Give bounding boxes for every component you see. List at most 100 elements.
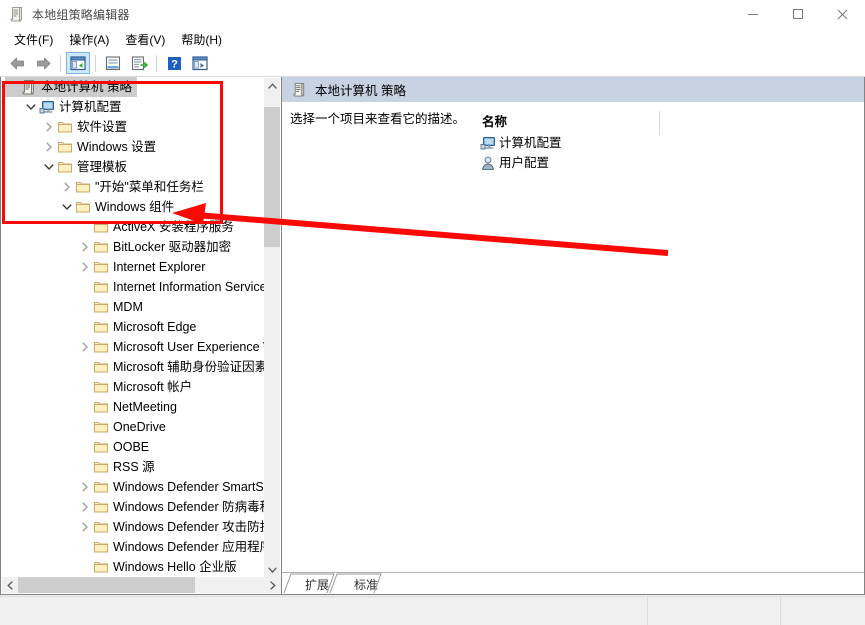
show-hide-tree-button[interactable] xyxy=(66,52,90,74)
tree-item-content[interactable]: Internet Explorer xyxy=(77,257,210,277)
tree-item-content[interactable]: OneDrive xyxy=(77,417,171,437)
tree-item[interactable]: Windows 设置 xyxy=(1,137,266,157)
back-button[interactable] xyxy=(5,52,29,74)
tree-item-content[interactable]: "开始"菜单和任务栏 xyxy=(59,177,209,197)
tree-hscroll-thumb[interactable] xyxy=(18,577,195,593)
tree-item-content[interactable]: MDM xyxy=(77,297,148,317)
close-button[interactable] xyxy=(820,0,865,28)
tree-item-label: Windows Defender 攻击防护 xyxy=(113,520,266,534)
chevron-down-icon[interactable] xyxy=(59,199,75,215)
column-divider[interactable] xyxy=(659,111,660,135)
tab-shapes xyxy=(283,573,382,594)
show-console-tree-button[interactable] xyxy=(188,52,212,74)
tree-item-content[interactable]: Windows Defender 防病毒程 xyxy=(77,497,266,517)
tree-vertical-scrollbar[interactable] xyxy=(264,78,280,578)
forward-button[interactable] xyxy=(31,52,55,74)
tree-item[interactable]: NetMeeting xyxy=(1,397,266,417)
menu-file[interactable]: 文件(F) xyxy=(6,29,61,50)
tree-item-content[interactable]: Windows 组件 xyxy=(59,197,179,217)
tree-hscroll-track[interactable] xyxy=(18,577,265,593)
tree-item[interactable]: Microsoft User Experience V xyxy=(1,337,266,357)
tree-item-content[interactable]: 计算机配置 xyxy=(23,97,127,117)
menu-action[interactable]: 操作(A) xyxy=(61,29,117,50)
scroll-down-arrow[interactable] xyxy=(264,562,280,578)
tree-item[interactable]: Windows Hello 企业版 xyxy=(1,557,266,577)
tree-item[interactable]: OOBE xyxy=(1,437,266,457)
chevron-right-icon[interactable] xyxy=(77,339,93,355)
chevron-right-icon[interactable] xyxy=(41,119,57,135)
chevron-right-icon[interactable] xyxy=(41,139,57,155)
tree-item-content[interactable]: 管理模板 xyxy=(41,157,132,177)
chevron-right-icon[interactable] xyxy=(77,479,93,495)
tree-vscroll-track[interactable] xyxy=(264,94,280,562)
tree-item-content[interactable]: 本地计算机 策略 xyxy=(5,77,137,97)
tree-item[interactable]: 计算机配置 xyxy=(1,97,266,117)
tree-item-content[interactable]: Windows Hello 企业版 xyxy=(77,557,242,577)
tree-item-content[interactable]: Microsoft User Experience V xyxy=(77,337,266,357)
tree-item-content[interactable]: OOBE xyxy=(77,437,154,457)
tree-horizontal-scrollbar[interactable] xyxy=(2,577,281,593)
policy-document-icon xyxy=(292,82,307,97)
help-button[interactable]: ? xyxy=(162,52,186,74)
tree-item[interactable]: OneDrive xyxy=(1,417,266,437)
tree-vscroll-thumb[interactable] xyxy=(264,107,280,247)
tree-item-content[interactable]: Microsoft 帐户 xyxy=(77,377,197,397)
chevron-right-icon[interactable] xyxy=(77,519,93,535)
tree-item[interactable]: 本地计算机 策略 xyxy=(1,77,266,97)
folder-icon xyxy=(93,539,109,555)
maximize-button[interactable] xyxy=(775,0,820,28)
tree-item[interactable]: Internet Explorer xyxy=(1,257,266,277)
tree-item[interactable]: Microsoft Edge xyxy=(1,317,266,337)
tree-item[interactable]: BitLocker 驱动器加密 xyxy=(1,237,266,257)
tree-item-content[interactable]: Windows Defender SmartSc xyxy=(77,477,266,497)
tree-item-content[interactable]: ActiveX 安装程序服务 xyxy=(77,217,239,237)
tree-item-content[interactable]: BitLocker 驱动器加密 xyxy=(77,237,236,257)
list-item[interactable]: 计算机配置 xyxy=(474,133,864,153)
tree-item-content[interactable]: Windows Defender 攻击防护 xyxy=(77,517,266,537)
tree-item-content[interactable]: Microsoft Edge xyxy=(77,317,201,337)
chevron-right-icon[interactable] xyxy=(77,239,93,255)
tree-item[interactable]: Windows Defender SmartSc xyxy=(1,477,266,497)
chevron-down-icon[interactable] xyxy=(41,159,57,175)
chevron-right-icon[interactable] xyxy=(77,259,93,275)
tree-item-content[interactable]: 软件设置 xyxy=(41,117,132,137)
tree-item[interactable]: ActiveX 安装程序服务 xyxy=(1,217,266,237)
tree-item[interactable]: Microsoft 帐户 xyxy=(1,377,266,397)
menu-help[interactable]: 帮助(H) xyxy=(173,29,230,50)
tree-item[interactable]: Windows Defender 防病毒程 xyxy=(1,497,266,517)
export-list-button[interactable] xyxy=(127,52,151,74)
chevron-right-icon[interactable] xyxy=(59,179,75,195)
chevron-right-icon[interactable] xyxy=(77,499,93,515)
policy-tree[interactable]: 本地计算机 策略 计算机配置 软件设置 Windows 设置 管理模板 "开始"菜单和任务… xyxy=(1,77,266,577)
tree-item[interactable]: Windows 组件 xyxy=(1,197,266,217)
tree-item-content[interactable]: Windows 设置 xyxy=(41,137,161,157)
tree-item[interactable]: RSS 源 xyxy=(1,457,266,477)
properties-button[interactable] xyxy=(101,52,125,74)
scroll-left-arrow[interactable] xyxy=(2,577,18,593)
tree-item[interactable]: "开始"菜单和任务栏 xyxy=(1,177,266,197)
folder-icon xyxy=(93,459,109,475)
tree-item-content[interactable]: RSS 源 xyxy=(77,457,160,477)
menu-view[interactable]: 查看(V) xyxy=(117,29,173,50)
tree-item[interactable]: Internet Information Service xyxy=(1,277,266,297)
tree-item[interactable]: Microsoft 辅助身份验证因素 xyxy=(1,357,266,377)
tree-item[interactable]: 管理模板 xyxy=(1,157,266,177)
tree-item-content[interactable]: Microsoft 辅助身份验证因素 xyxy=(77,357,266,377)
tree-item-content[interactable]: Internet Information Service xyxy=(77,277,266,297)
details-pane: 本地计算机 策略 选择一个项目来查看它的描述。 名称 计算机配置 用户配置 扩展 … xyxy=(282,77,865,595)
list-item[interactable]: 用户配置 xyxy=(474,153,864,173)
tree-item-content[interactable]: NetMeeting xyxy=(77,397,182,417)
chevron-down-icon[interactable] xyxy=(23,99,39,115)
tree-item[interactable]: Windows Defender 攻击防护 xyxy=(1,517,266,537)
tree-item[interactable]: MDM xyxy=(1,297,266,317)
tree-item-content[interactable]: Windows Defender 应用程序 xyxy=(77,537,266,557)
scroll-up-arrow[interactable] xyxy=(264,78,280,94)
tree-item[interactable]: Windows Defender 应用程序 xyxy=(1,537,266,557)
console-tree-pane: 本地计算机 策略 计算机配置 软件设置 Windows 设置 管理模板 "开始"菜单和任务… xyxy=(0,77,282,595)
tree-item[interactable]: 软件设置 xyxy=(1,117,266,137)
minimize-button[interactable] xyxy=(730,0,775,28)
scroll-right-arrow[interactable] xyxy=(265,577,281,593)
